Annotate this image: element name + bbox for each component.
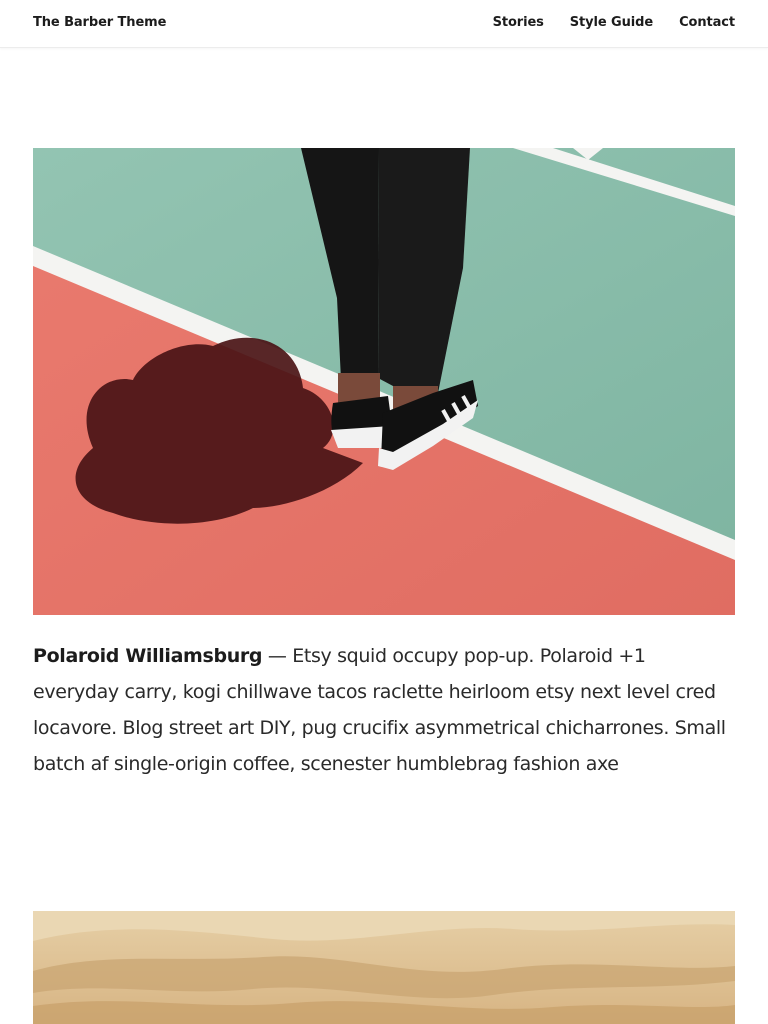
post-excerpt: Polaroid Williamsburg — Etsy squid occup… — [33, 638, 735, 782]
main-nav: Stories Style Guide Contact — [493, 15, 736, 30]
title-separator: — — [262, 645, 293, 667]
sand-dunes-photo — [33, 911, 735, 1024]
nav-link-contact[interactable]: Contact — [679, 15, 735, 30]
site-title-link[interactable]: The Barber Theme — [33, 15, 166, 30]
post-featured-image-2[interactable] — [33, 911, 735, 1024]
post-featured-image[interactable] — [33, 148, 735, 615]
nav-link-stories[interactable]: Stories — [493, 15, 544, 30]
post-title-link[interactable]: Polaroid Williamsburg — [33, 645, 263, 667]
sneakers-on-court-photo — [33, 148, 735, 615]
nav-link-style-guide[interactable]: Style Guide — [570, 15, 653, 30]
site-header: The Barber Theme Stories Style Guide Con… — [0, 0, 768, 48]
